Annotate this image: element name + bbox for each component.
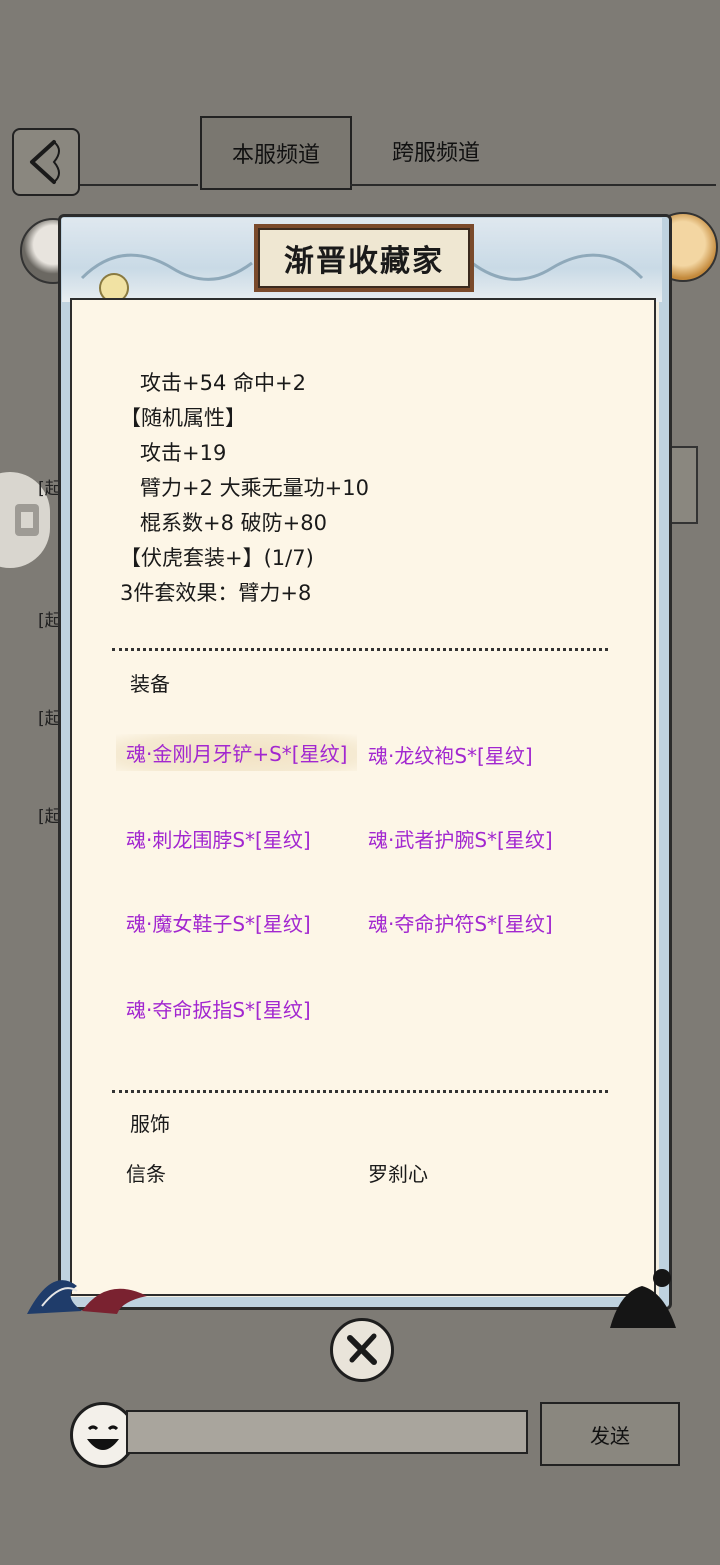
badge-icon <box>15 504 39 536</box>
ink-decoration-icon <box>27 1280 147 1314</box>
ink-figure-icon <box>610 1269 676 1328</box>
divider <box>80 184 198 186</box>
close-button[interactable] <box>330 1318 394 1382</box>
back-arrow-icon <box>30 140 60 184</box>
stat-line: 棍系数+8 破防+80 <box>140 511 327 535</box>
top-bar: 本服频道 跨服频道 <box>0 108 720 196</box>
send-button[interactable]: 发送 <box>540 1402 680 1466</box>
close-x-icon <box>347 1333 377 1365</box>
equipment-item[interactable]: 魂·夺命扳指S*[星纹] <box>126 994 311 1023</box>
equipment-item[interactable]: 魂·武者护腕S*[星纹] <box>368 824 553 853</box>
stat-line: 【随机属性】 <box>120 406 246 430</box>
back-button[interactable] <box>12 128 80 196</box>
message-input[interactable] <box>126 1410 528 1454</box>
tab-local-channel[interactable]: 本服频道 <box>200 116 352 190</box>
equipment-item[interactable]: 魂·魔女鞋子S*[星纹] <box>126 908 311 937</box>
divider <box>350 184 716 186</box>
equipment-label: 装备 <box>130 672 170 696</box>
equipment-item[interactable]: 魂·龙纹袍S*[星纹] <box>368 740 533 769</box>
equipment-item[interactable]: 魂·夺命护符S*[星纹] <box>368 908 553 937</box>
stat-line: 攻击+54 命中+2 <box>140 371 306 395</box>
smiley-emoji-icon <box>87 1425 119 1450</box>
modal-title: 渐晋收藏家 <box>254 224 474 292</box>
chat-screen: 本服频道 跨服频道 [起 [起 [起 [起 渐晋收藏家 攻击+54 命中+2 【… <box>0 0 720 1565</box>
tab-cross-server-channel[interactable]: 跨服频道 <box>366 116 506 186</box>
section-divider <box>112 1090 608 1093</box>
clothing-item[interactable]: 信条 <box>126 1158 166 1187</box>
clothing-item[interactable]: 罗刹心 <box>368 1158 428 1187</box>
side-panel-edge <box>668 446 698 524</box>
stat-line: 3件套效果：臂力+8 <box>120 581 312 602</box>
equipment-item[interactable]: 魂·刺龙围脖S*[星纹] <box>126 824 311 853</box>
stat-line: 攻击+19 <box>140 441 227 465</box>
equipment-item[interactable]: 魂·金刚月牙铲+S*[星纹] <box>116 734 358 771</box>
stat-line: 【伏虎套装+】(1/7) <box>120 546 314 570</box>
stats-scroll[interactable]: 攻击+54 命中+2 【随机属性】 攻击+19 臂力+2 大乘无量功+10 棍系… <box>120 366 600 602</box>
stat-line: 臂力+2 大乘无量功+10 <box>140 476 369 500</box>
section-divider <box>112 648 608 651</box>
clothing-label: 服饰 <box>130 1112 170 1136</box>
